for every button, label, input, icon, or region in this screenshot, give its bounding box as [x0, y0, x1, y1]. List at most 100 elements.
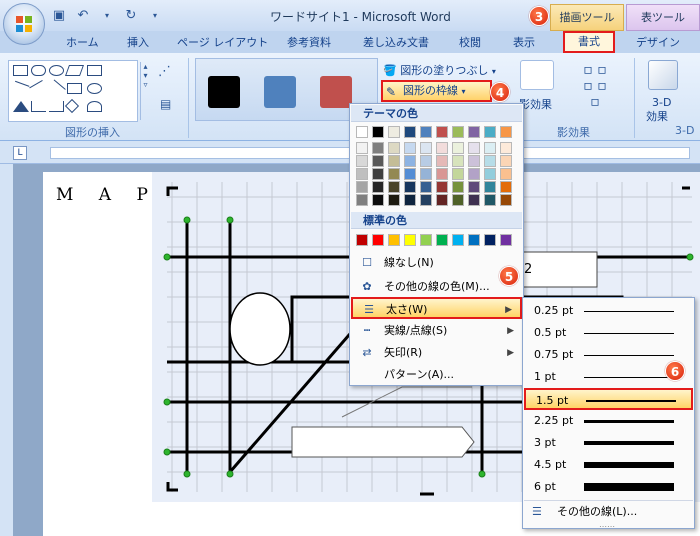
circle-shape-icon[interactable] [87, 83, 102, 94]
theme-color-swatch[interactable] [420, 155, 432, 167]
theme-color-swatch[interactable] [404, 194, 416, 206]
weight-option[interactable]: 3 pt [524, 432, 693, 454]
nudge-shadow-icon[interactable]: ▫ ▫ ▫ ▫ ▫ [571, 62, 619, 110]
theme-color-swatch[interactable] [436, 168, 448, 180]
menu-item-dashes[interactable]: ┅ 実線/点線(S) ▶ [351, 320, 522, 342]
theme-color-swatch[interactable] [452, 194, 464, 206]
save-icon[interactable]: ▣ [50, 7, 68, 25]
theme-color-swatch[interactable] [468, 126, 480, 138]
menu-item-more-lines[interactable]: ☰ その他の線(L)... [524, 500, 693, 522]
style-swatch-red[interactable] [320, 76, 352, 108]
theme-color-swatch[interactable] [500, 142, 512, 154]
triangle-shape-icon[interactable] [13, 101, 29, 112]
theme-color-swatch[interactable] [404, 181, 416, 193]
tab-design[interactable]: デザイン [636, 34, 680, 50]
oval-shape-icon[interactable] [49, 65, 64, 76]
theme-color-swatch[interactable] [436, 194, 448, 206]
shapes-gallery[interactable] [8, 60, 138, 122]
theme-color-swatch[interactable] [500, 155, 512, 167]
weight-option[interactable]: 0.25 pt [524, 300, 693, 322]
standard-color-swatch[interactable] [452, 234, 464, 246]
theme-color-swatch[interactable] [452, 168, 464, 180]
theme-color-swatch[interactable] [436, 126, 448, 138]
theme-color-swatch[interactable] [436, 155, 448, 167]
theme-color-swatch[interactable] [388, 155, 400, 167]
weight-option[interactable]: 6 pt [524, 476, 693, 498]
textbox-icon[interactable]: ▤ [160, 97, 171, 111]
tab-insert[interactable]: 挿入 [127, 34, 149, 50]
theme-color-swatch[interactable] [468, 142, 480, 154]
tab-view[interactable]: 表示 [513, 34, 535, 50]
menu-item-weight[interactable]: ☰ 太さ(W) ▶ [351, 297, 522, 319]
shapes-gallery-scroll[interactable]: ▴ ▾ ▿ [140, 62, 150, 120]
document-text-map[interactable]: M A P [56, 185, 158, 205]
theme-color-swatch[interactable] [356, 168, 368, 180]
tab-format[interactable]: 書式 [563, 31, 615, 53]
theme-color-swatch[interactable] [420, 194, 432, 206]
theme-color-swatch[interactable] [484, 194, 496, 206]
standard-color-swatch[interactable] [372, 234, 384, 246]
theme-color-swatch[interactable] [452, 155, 464, 167]
theme-color-swatch[interactable] [372, 155, 384, 167]
theme-color-swatch[interactable] [420, 142, 432, 154]
arrow-shape-icon[interactable] [29, 79, 48, 98]
tab-review[interactable]: 校閲 [459, 34, 481, 50]
menu-item-pattern[interactable]: パターン(A)... [351, 364, 522, 386]
theme-color-swatch[interactable] [420, 181, 432, 193]
theme-color-swatch[interactable] [404, 155, 416, 167]
theme-color-swatch[interactable] [388, 194, 400, 206]
undo-icon[interactable]: ↶ [74, 7, 92, 25]
theme-color-swatch[interactable] [500, 194, 512, 206]
theme-color-swatch[interactable] [452, 181, 464, 193]
standard-color-swatch[interactable] [404, 234, 416, 246]
theme-color-swatch[interactable] [388, 126, 400, 138]
weight-option[interactable]: 2.25 pt [524, 410, 693, 432]
theme-color-swatch[interactable] [420, 168, 432, 180]
parallelogram-shape-icon[interactable] [64, 65, 85, 76]
theme-color-swatch[interactable] [484, 181, 496, 193]
theme-color-swatch[interactable] [404, 142, 416, 154]
theme-color-swatch[interactable] [372, 168, 384, 180]
rounded-rect-shape-icon[interactable] [31, 65, 46, 76]
line-shape-icon[interactable] [11, 80, 30, 97]
textbox-shape-icon[interactable] [87, 65, 102, 76]
theme-color-swatch[interactable] [372, 126, 384, 138]
standard-color-swatch[interactable] [484, 234, 496, 246]
tab-mailings[interactable]: 差し込み文書 [363, 34, 429, 50]
weight-option[interactable]: 1.5 pt [524, 388, 693, 410]
theme-color-swatch[interactable] [484, 142, 496, 154]
theme-color-swatch[interactable] [500, 168, 512, 180]
edit-shape-icon[interactable]: ⋰ [158, 64, 171, 79]
theme-color-swatch[interactable] [356, 142, 368, 154]
theme-color-swatch[interactable] [436, 181, 448, 193]
theme-color-swatch[interactable] [388, 142, 400, 154]
theme-color-swatch[interactable] [372, 181, 384, 193]
menu-item-more-colors[interactable]: ✿ その他の線の色(M)... [351, 276, 522, 298]
standard-color-swatch[interactable] [356, 234, 368, 246]
menu-item-no-line[interactable]: ☐ 線なし(N) [351, 252, 522, 274]
theme-color-swatch[interactable] [388, 168, 400, 180]
redo-icon[interactable]: ↻ [122, 7, 140, 25]
standard-color-swatch[interactable] [468, 234, 480, 246]
style-swatch-black[interactable] [208, 76, 240, 108]
tab-references[interactable]: 参考資料 [287, 34, 331, 50]
standard-color-swatch[interactable] [436, 234, 448, 246]
theme-color-swatch[interactable] [500, 126, 512, 138]
theme-color-swatch[interactable] [484, 168, 496, 180]
theme-color-swatch[interactable] [356, 181, 368, 193]
theme-color-swatch[interactable] [484, 155, 496, 167]
elbow-connector-icon[interactable] [31, 101, 46, 112]
theme-color-swatch[interactable] [500, 181, 512, 193]
menu-item-arrows[interactable]: ⇄ 矢印(R) ▶ [351, 342, 522, 364]
rect2-shape-icon[interactable] [67, 83, 82, 94]
standard-color-swatch[interactable] [500, 234, 512, 246]
rect-shape-icon[interactable] [13, 65, 28, 76]
theme-color-swatch[interactable] [372, 194, 384, 206]
theme-color-swatch[interactable] [356, 126, 368, 138]
qat-dropdown-icon[interactable]: ▾ [98, 7, 116, 25]
weight-option[interactable]: 4.5 pt [524, 454, 693, 476]
customize-qat-icon[interactable]: ▾ [146, 7, 164, 25]
tab-page-layout[interactable]: ページ レイアウト [177, 34, 268, 50]
theme-color-swatch[interactable] [404, 168, 416, 180]
standard-color-swatch[interactable] [388, 234, 400, 246]
